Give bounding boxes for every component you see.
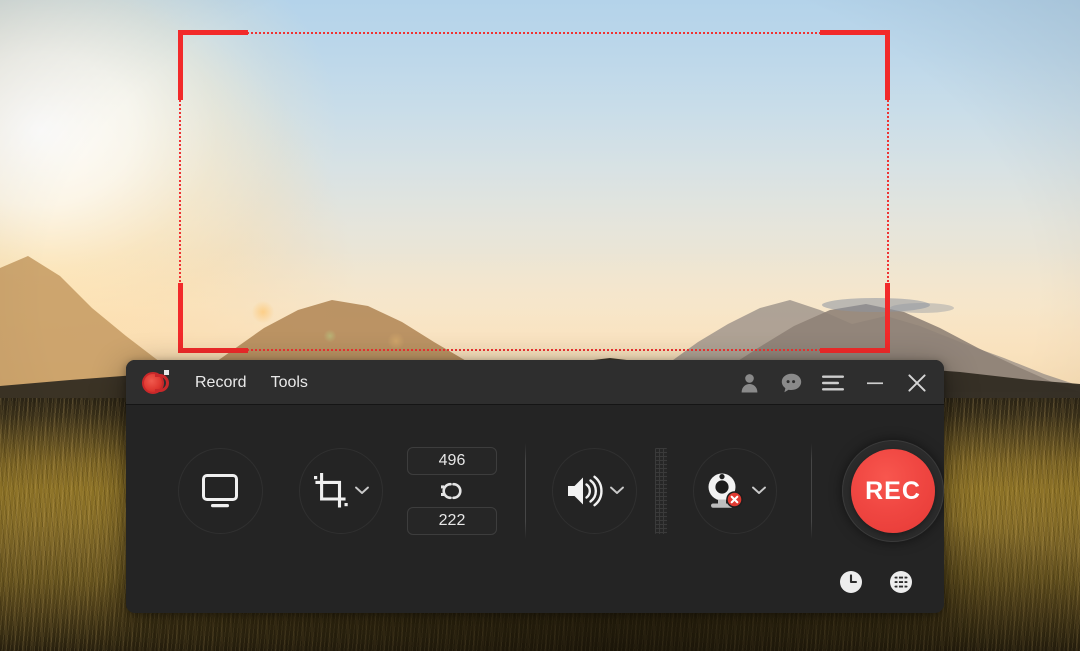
menu-bar: Record Tools xyxy=(186,370,317,396)
minimize-icon[interactable] xyxy=(862,370,888,396)
schedule-clock-icon[interactable] xyxy=(838,569,864,595)
crop-icon xyxy=(312,473,350,509)
webcam-button[interactable] xyxy=(693,448,778,534)
toolbar-divider-2 xyxy=(811,443,812,539)
desktop-screen: Record Tools xyxy=(0,0,1080,651)
window-body: 496 222 xyxy=(126,405,944,613)
speaker-icon xyxy=(565,474,605,508)
monitor-icon xyxy=(200,473,240,509)
region-width-input[interactable]: 496 xyxy=(407,447,497,475)
menu-record[interactable]: Record xyxy=(186,370,256,396)
link-ratio-icon[interactable] xyxy=(439,479,465,503)
close-icon[interactable] xyxy=(904,370,930,396)
window-titlebar: Record Tools xyxy=(126,360,944,405)
footer-icon-group xyxy=(838,569,914,595)
titlebar-icon-group xyxy=(736,370,930,396)
audio-button[interactable] xyxy=(552,448,637,534)
toolbar-divider-1 xyxy=(525,443,526,539)
screen-recorder-window: Record Tools xyxy=(126,360,944,613)
rec-button[interactable]: REC xyxy=(851,449,935,533)
feedback-icon[interactable] xyxy=(778,370,804,396)
app-logo-icon xyxy=(142,370,168,396)
toolbar-controls: 496 222 xyxy=(126,405,944,577)
webcam-dropdown-chevron[interactable] xyxy=(752,482,766,500)
menu-tools[interactable]: Tools xyxy=(262,370,317,396)
chevron-down-icon xyxy=(355,486,369,495)
audio-dropdown-chevron[interactable] xyxy=(610,482,624,500)
recording-list-icon[interactable] xyxy=(888,569,914,595)
dimension-controls: 496 222 xyxy=(407,447,497,535)
screen-capture-button[interactable] xyxy=(178,448,263,534)
account-icon[interactable] xyxy=(736,370,762,396)
audio-level-meter xyxy=(655,448,667,534)
hamburger-menu-icon[interactable] xyxy=(820,370,846,396)
chevron-down-icon xyxy=(610,486,624,495)
region-dropdown-chevron[interactable] xyxy=(355,482,369,500)
webcam-icon xyxy=(703,472,747,510)
region-height-input[interactable]: 222 xyxy=(407,507,497,535)
rec-button-ring: REC xyxy=(842,440,944,542)
region-capture-button[interactable] xyxy=(299,448,384,534)
chevron-down-icon xyxy=(752,486,766,495)
